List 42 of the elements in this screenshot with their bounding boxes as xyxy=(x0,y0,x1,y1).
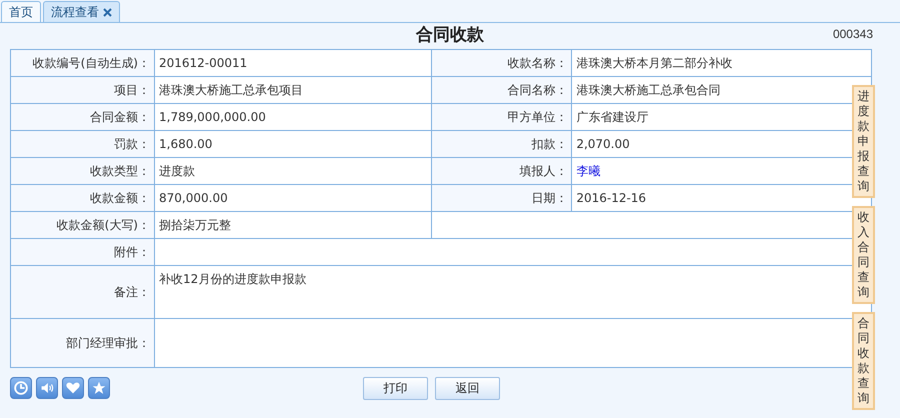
field-label: 收款金额： xyxy=(90,191,150,205)
tab[interactable]: 首页 xyxy=(1,1,41,22)
field-value: 港珠澳大桥本月第二部分补收 xyxy=(576,56,732,70)
close-icon[interactable] xyxy=(103,8,112,16)
document-number: 000343 xyxy=(832,26,873,43)
field-label: 合同金额： xyxy=(90,110,150,124)
field-value: 港珠澳大桥施工总承包项目 xyxy=(159,83,303,97)
side-tab[interactable]: 收入合同查询 xyxy=(852,206,875,304)
field-value: 捌拾柒万元整 xyxy=(159,218,231,232)
field-value: 补收12月份的进度款申报款 xyxy=(159,272,306,286)
field-value: 1,680.00 xyxy=(159,137,212,151)
field-value: 1,789,000,000.00 xyxy=(159,110,266,124)
tab[interactable]: 流程查看 xyxy=(43,1,120,22)
field-label: 合同名称： xyxy=(507,83,568,97)
side-tab[interactable]: 进度款申报查询 xyxy=(852,85,875,198)
field-label: 收款类型： xyxy=(90,164,150,178)
field-label: 罚款： xyxy=(114,137,150,151)
field-label: 收款名称： xyxy=(507,56,568,70)
field-value: 2016-12-16 xyxy=(576,191,646,205)
speaker-icon[interactable] xyxy=(36,377,58,399)
field-label: 填报人： xyxy=(519,164,568,178)
field-value: 201612-00011 xyxy=(159,56,248,70)
field-label: 扣款： xyxy=(531,137,568,151)
field-label: 项目： xyxy=(114,83,150,97)
action-button[interactable]: 打印 xyxy=(363,376,428,400)
field-value: 进度款 xyxy=(159,164,195,178)
field-value: 港珠澳大桥施工总承包合同 xyxy=(576,83,720,97)
field-label: 甲方单位： xyxy=(507,110,568,124)
field-label: 部门经理审批： xyxy=(66,336,150,350)
field-label: 附件： xyxy=(114,245,150,259)
field-label: 收款金额(大写)： xyxy=(56,218,150,232)
user-link[interactable]: 李曦 xyxy=(576,164,600,178)
field-value: 2,070.00 xyxy=(576,137,630,151)
field-label: 备注： xyxy=(114,285,150,299)
field-label: 日期： xyxy=(531,191,568,205)
action-button[interactable]: 返回 xyxy=(435,376,500,400)
side-tab[interactable]: 合同收款查询 xyxy=(852,312,875,410)
form-title: 合同收款 xyxy=(416,24,484,48)
field-value: 870,000.00 xyxy=(159,191,228,205)
field-value: 广东省建设厅 xyxy=(576,110,648,124)
clock-icon[interactable] xyxy=(10,377,32,399)
field-label: 收款编号(自动生成)： xyxy=(32,56,150,70)
